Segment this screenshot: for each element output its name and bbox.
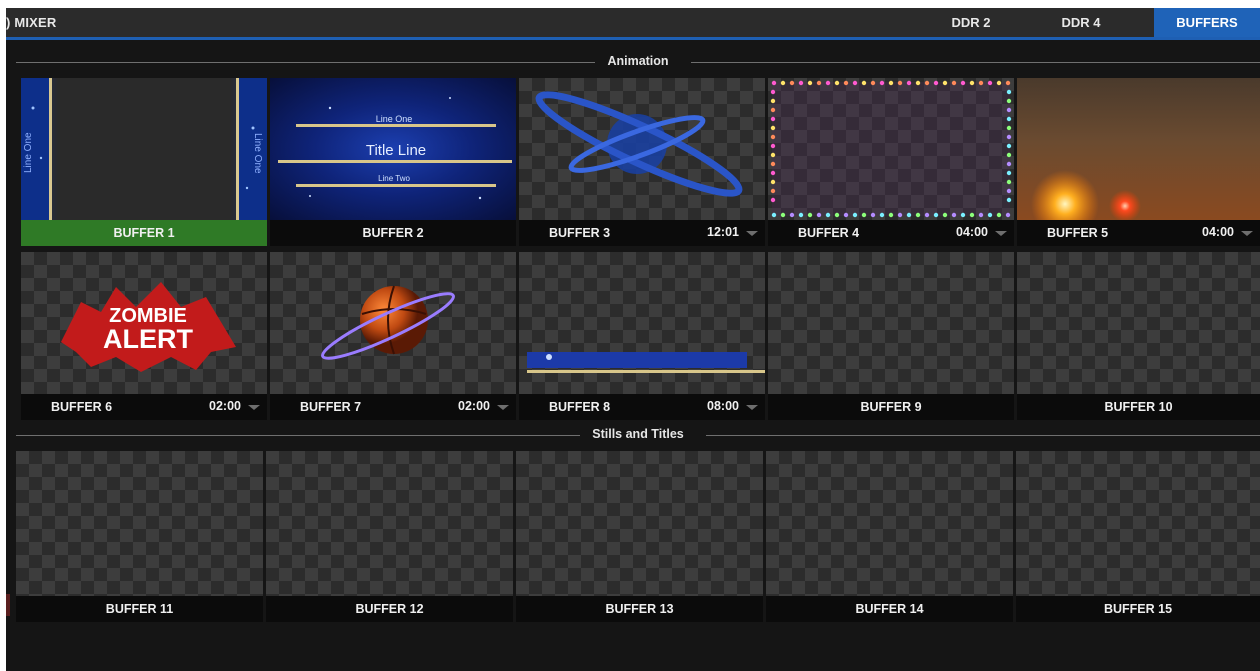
globe-thumbnail [535,91,743,197]
buffer-tile-11[interactable]: BUFFER 11 [16,451,263,622]
svg-text:ALERT: ALERT [103,324,193,354]
buffer-label-bar[interactable]: BUFFER 11 [16,596,263,622]
chevron-down-icon[interactable] [497,405,509,410]
buffer-name: BUFFER 8 [549,400,611,414]
buffer-name: BUFFER 13 [605,602,674,616]
chevron-down-icon[interactable] [1241,231,1253,236]
buffer-tile-2[interactable]: Line One Title Line Line Two BUFFER 2 [270,78,516,246]
buffer-duration: 04:00 [956,225,988,239]
buffer-thumbnail[interactable] [1017,252,1260,394]
buffer-tile-8[interactable]: BUFFER 8 08:00 [519,252,765,420]
buffer-tile-7[interactable]: BUFFER 7 02:00 [270,252,516,420]
buffer-tile-12[interactable]: BUFFER 12 [266,451,513,622]
buffer-name: BUFFER 14 [855,602,924,616]
buffer-name: BUFFER 6 [51,400,113,414]
lower-bar-thumbnail [527,352,765,373]
buffer-tile-15[interactable]: BUFFER 15 [1016,451,1260,622]
buffer-label-bar[interactable]: BUFFER 13 [516,596,763,622]
buffer-thumbnail[interactable]: ZOMBIE ALERT [21,252,267,394]
chevron-down-icon[interactable] [746,405,758,410]
buffer-thumbnail[interactable] [1016,451,1260,596]
buffer-thumbnail[interactable] [768,252,1014,394]
buffer-duration: 08:00 [707,399,739,413]
svg-text:Line Two: Line Two [378,174,410,183]
buffer-label-bar[interactable]: BUFFER 7 02:00 [270,394,516,420]
buffer-tile-9[interactable]: BUFFER 9 [768,252,1014,420]
section-title: Animation [16,54,1260,68]
basketball-thumbnail [321,285,455,360]
svg-text:Line One: Line One [376,114,413,124]
buffer-tile-1[interactable]: Line One Line One BUFFER 1 [21,78,267,246]
buffer-name: BUFFER 12 [355,602,424,616]
chevron-down-icon[interactable] [248,405,260,410]
buffer-name: BUFFER 5 [1047,226,1109,240]
buffer-name: BUFFER 4 [798,226,860,240]
buffer-thumbnail[interactable] [266,451,513,596]
buffer-tile-4[interactable]: BUFFER 4 04:00 [768,78,1014,246]
tab-buffers[interactable]: BUFFERS [1154,8,1260,37]
buffer-thumbnail[interactable]: Line One Line One [21,78,267,220]
buffer-label-bar[interactable]: BUFFER 9 [768,394,1014,420]
buffer-duration: 04:00 [1202,225,1234,239]
buffer-duration: 02:00 [209,399,241,413]
chevron-down-icon[interactable] [995,231,1007,236]
buffer-label-bar[interactable]: BUFFER 6 02:00 [21,394,267,420]
buffer-tile-14[interactable]: BUFFER 14 [766,451,1013,622]
buffer-name: BUFFER 1 [113,226,175,240]
zombie-alert-thumbnail: ZOMBIE ALERT [61,282,236,372]
buffer-label-bar[interactable]: BUFFER 8 08:00 [519,394,765,420]
buffer-name: BUFFER 7 [300,400,362,414]
buffer-thumbnail[interactable] [516,451,763,596]
buffer-label-bar[interactable]: BUFFER 15 [1016,596,1260,622]
buffer-name: BUFFER 10 [1104,400,1173,414]
buffer-thumbnail[interactable] [519,252,765,394]
buffer-tile-3[interactable]: BUFFER 3 12:01 [519,78,765,246]
buffer-thumbnail[interactable] [768,78,1014,220]
svg-text:Line One: Line One [252,133,263,174]
scroll-edge-marker [6,594,10,616]
buffer-name: BUFFER 3 [549,226,611,240]
buffer-label-bar[interactable]: BUFFER 4 04:00 [768,220,1014,246]
buffer-thumbnail[interactable] [519,78,765,220]
buffer-label-bar[interactable]: BUFFER 1 [21,220,267,246]
buffer-duration: 02:00 [458,399,490,413]
buffer-tile-10[interactable]: BUFFER 10 [1017,252,1260,420]
title-graphic-thumbnail: Line One Line One [21,78,267,220]
light-frame-thumbnail [770,80,1012,218]
section-header-animation: Animation [16,54,1260,69]
tab-mixer[interactable]: ) MIXER [6,15,57,30]
buffer-label-bar[interactable]: BUFFER 10 [1017,394,1260,420]
buffers-panel: ) MIXER DDR 2 DDR 4 BUFFERS Animation Li… [6,8,1260,671]
buffer-name: BUFFER 2 [362,226,424,240]
buffer-name: BUFFER 9 [860,400,922,414]
tab-bar: ) MIXER DDR 2 DDR 4 BUFFERS [6,8,1260,40]
buffer-tile-13[interactable]: BUFFER 13 [516,451,763,622]
section-header-stills-and-titles: Stills and Titles [16,427,1260,442]
buffer-label-bar[interactable]: BUFFER 12 [266,596,513,622]
tab-ddr-2[interactable]: DDR 2 [931,8,1011,37]
buffer-name: BUFFER 15 [1103,602,1173,616]
svg-text:Title Line: Title Line [366,142,426,159]
chevron-down-icon[interactable] [746,231,758,236]
buffer-label-bar[interactable]: BUFFER 14 [766,596,1013,622]
buffer-name: BUFFER 11 [105,602,174,616]
svg-text:Line One: Line One [23,132,34,173]
buffer-label-bar[interactable]: BUFFER 5 04:00 [1017,220,1260,246]
title-line-thumbnail: Line One Title Line Line Two [278,97,512,200]
buffer-thumbnail[interactable]: Line One Title Line Line Two [270,78,516,220]
buffer-label-bar[interactable]: BUFFER 3 12:01 [519,220,765,246]
orange-glow-thumbnail [1031,170,1141,220]
buffer-thumbnail[interactable] [270,252,516,394]
tab-ddr-4[interactable]: DDR 4 [1041,8,1121,37]
section-title: Stills and Titles [16,427,1260,441]
buffer-thumbnail[interactable] [1017,78,1260,220]
buffer-label-bar[interactable]: BUFFER 2 [270,220,516,246]
buffer-tile-6[interactable]: ZOMBIE ALERT BUFFER 6 02:00 [21,252,267,420]
buffer-tile-5[interactable]: BUFFER 5 04:00 [1017,78,1260,246]
buffer-thumbnail[interactable] [766,451,1013,596]
buffer-thumbnail[interactable] [16,451,263,596]
buffer-duration: 12:01 [707,225,739,239]
